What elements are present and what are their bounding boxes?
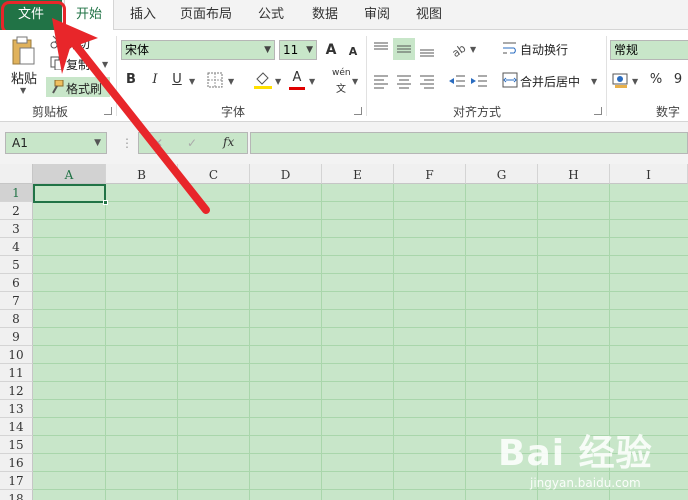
excel-window: { "tabs": [ {"label": "文件"}, {"label": "… (0, 0, 688, 500)
annotation-arrow (52, 18, 210, 214)
